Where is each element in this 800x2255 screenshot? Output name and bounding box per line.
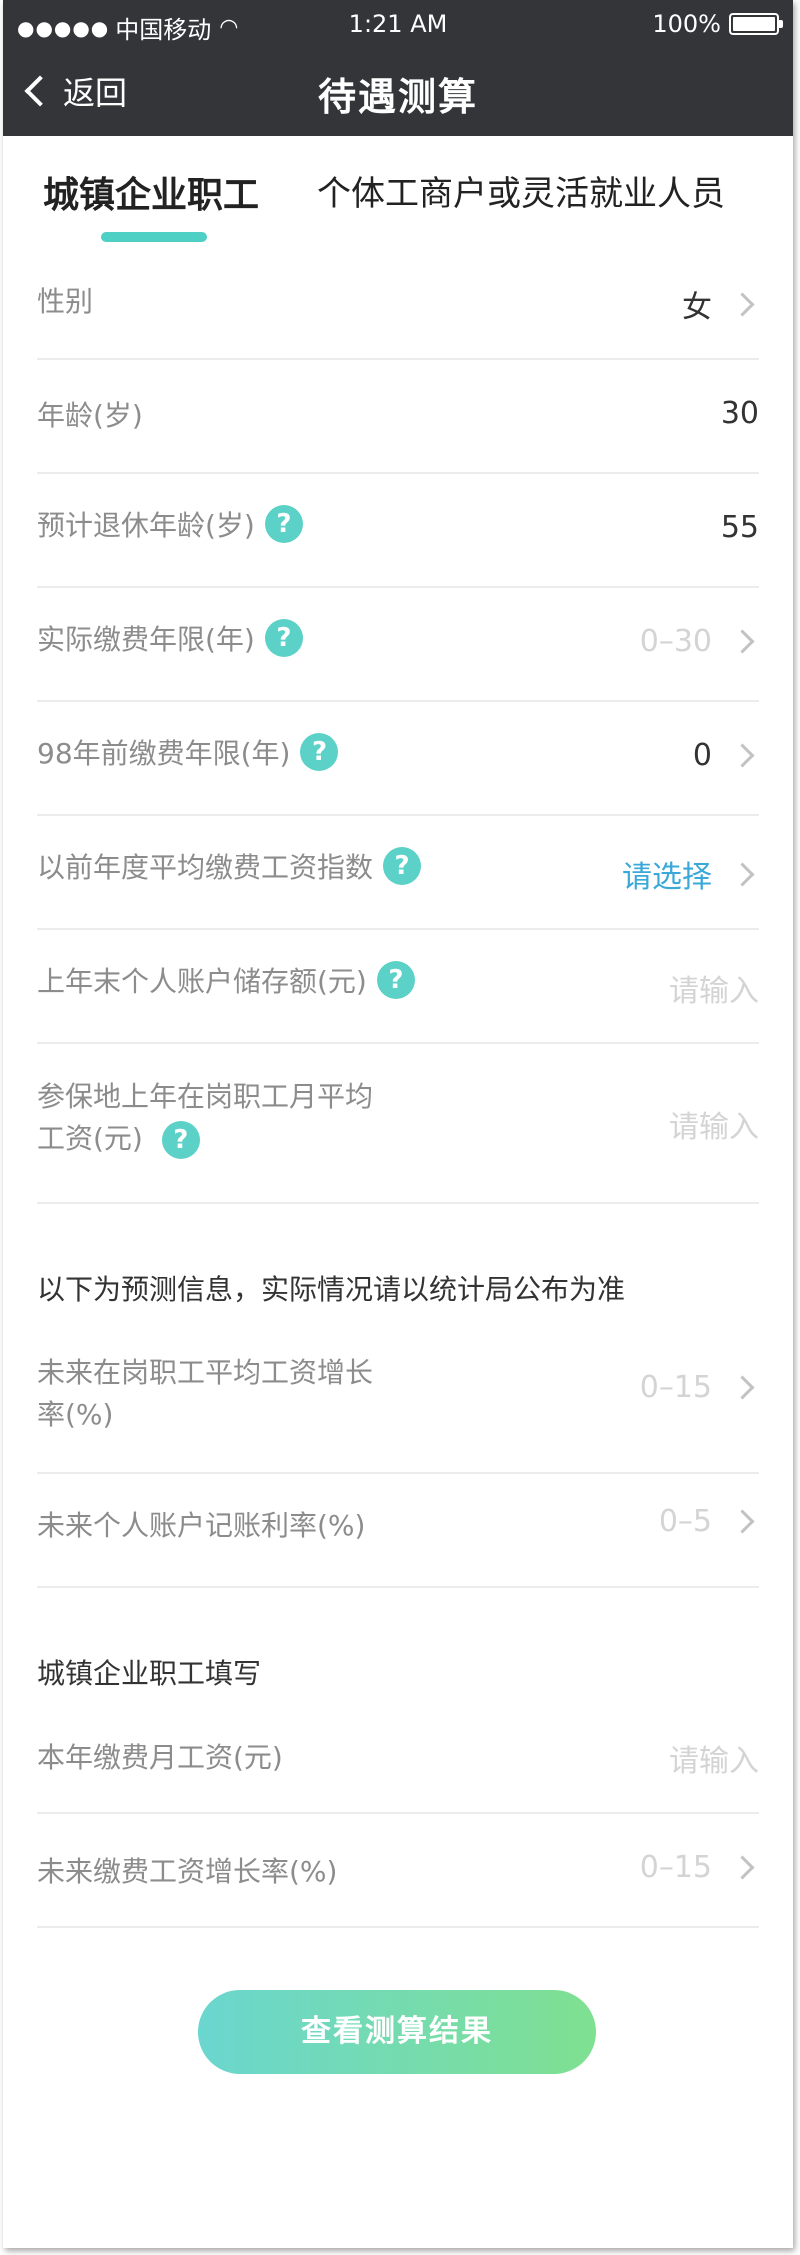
- row-wage-growth[interactable]: 未来在岗职工平均工资增长 率(%) 0–15: [37, 1340, 759, 1474]
- years-before-98-label: 98年前缴费年限(年) ?: [37, 732, 339, 772]
- wage-growth-line1: 未来在岗职工平均工资增长: [37, 1356, 374, 1389]
- age-value: 30: [721, 396, 759, 431]
- row-age[interactable]: 年龄(岁) 30: [37, 360, 759, 474]
- help-icon[interactable]: ?: [264, 619, 303, 657]
- row-retire-age[interactable]: 预计退休年龄(岁) ? 55: [37, 474, 759, 588]
- row-gender[interactable]: 性别 女: [37, 246, 759, 360]
- battery-percent: 100%: [652, 10, 721, 38]
- years-paid-placeholder: 0–30: [639, 624, 712, 659]
- row-account-balance[interactable]: 上年末个人账户储存额(元) ? 请输入: [37, 930, 759, 1044]
- avg-wage-line1: 参保地上年在岗职工月平均: [37, 1080, 374, 1113]
- status-right: 100%: [652, 10, 783, 38]
- wage-index-text: 以前年度平均缴费工资指数: [37, 851, 374, 884]
- help-icon[interactable]: ?: [300, 733, 339, 771]
- active-tab-indicator: [101, 232, 207, 242]
- chevron-right-icon: [730, 1375, 755, 1400]
- wage-growth-value: 0–15: [640, 1370, 759, 1405]
- row-pay-growth[interactable]: 未来缴费工资增长率(%) 0–15: [37, 1814, 759, 1928]
- avg-wage-line2: 工资(元): [37, 1122, 143, 1155]
- account-balance-text: 上年末个人账户储存额(元): [37, 965, 367, 998]
- help-icon[interactable]: ?: [161, 1121, 200, 1159]
- row-interest-rate[interactable]: 未来个人账户记账利率(%) 0–5: [37, 1474, 759, 1588]
- chevron-right-icon: [730, 291, 755, 317]
- wage-growth-placeholder: 0–15: [639, 1370, 712, 1405]
- app-screen: ●●●●● 中国移动 ◠ 1:21 AM 100% 返回 待遇测算 城镇企业职工…: [3, 0, 793, 2248]
- account-balance-value: 请输入: [669, 966, 759, 1010]
- help-icon[interactable]: ?: [383, 847, 422, 885]
- forecast-note: 以下为预测信息，实际情况请以统计局公布为准: [37, 1273, 626, 1306]
- help-icon[interactable]: ?: [376, 961, 415, 999]
- years-paid-value: 0–30: [640, 624, 759, 659]
- avg-wage-line2-wrap: 工资(元) ?: [37, 1118, 373, 1160]
- employee-fill-title: 城镇企业职工填写: [37, 1657, 262, 1690]
- status-bar: ●●●●● 中国移动 ◠ 1:21 AM 100%: [3, 0, 793, 50]
- wage-index-label: 以前年度平均缴费工资指数 ?: [37, 846, 422, 886]
- gender-label: 性别: [37, 285, 94, 318]
- interest-rate-placeholder: 0–5: [658, 1504, 712, 1539]
- monthly-wage-value: 请输入: [669, 1736, 759, 1780]
- row-monthly-wage[interactable]: 本年缴费月工资(元) 请输入: [37, 1700, 759, 1814]
- wage-index-select[interactable]: 请选择: [622, 852, 712, 896]
- wage-growth-line2: 率(%): [37, 1398, 114, 1431]
- calculate-button[interactable]: 查看测算结果: [198, 1990, 596, 2074]
- help-icon[interactable]: ?: [264, 505, 303, 543]
- account-balance-input[interactable]: 请输入: [669, 966, 759, 1010]
- gender-selected: 女: [682, 290, 712, 325]
- avg-wage-value: 请输入: [669, 1102, 759, 1146]
- row-avg-wage[interactable]: 参保地上年在岗职工月平均 工资(元) ? 请输入: [37, 1044, 759, 1204]
- age-label: 年龄(岁): [37, 399, 143, 432]
- retire-age-text: 预计退休年龄(岁): [37, 509, 255, 542]
- avg-wage-input[interactable]: 请输入: [669, 1102, 759, 1146]
- battery-icon: [729, 13, 783, 35]
- years-paid-text: 实际缴费年限(年): [37, 623, 255, 656]
- retire-age-value: 55: [721, 510, 759, 545]
- years-paid-label: 实际缴费年限(年) ?: [37, 618, 303, 658]
- age-input[interactable]: 30: [721, 396, 759, 431]
- pay-growth-value: 0–15: [640, 1850, 759, 1885]
- header: ●●●●● 中国移动 ◠ 1:21 AM 100% 返回 待遇测算: [3, 0, 793, 136]
- nav-bar: 返回 待遇测算: [3, 50, 793, 136]
- chevron-right-icon: [730, 1855, 755, 1880]
- avg-wage-label: 参保地上年在岗职工月平均 工资(元) ?: [37, 1076, 373, 1160]
- monthly-wage-input[interactable]: 请输入: [669, 1736, 759, 1780]
- chevron-right-icon: [730, 629, 755, 654]
- pay-growth-label: 未来缴费工资增长率(%): [37, 1855, 338, 1888]
- page-title: 待遇测算: [317, 75, 478, 119]
- tab-urban-employee[interactable]: 城镇企业职工: [43, 166, 259, 218]
- account-balance-label: 上年末个人账户储存额(元) ?: [37, 960, 415, 1000]
- years-before-98-selected: 0: [692, 738, 712, 773]
- retire-age-label: 预计退休年龄(岁) ?: [37, 504, 303, 544]
- retire-age-input[interactable]: 55: [721, 510, 759, 545]
- row-wage-index[interactable]: 以前年度平均缴费工资指数 ? 请选择: [37, 816, 759, 930]
- chevron-right-icon: [730, 861, 755, 887]
- interest-rate-label: 未来个人账户记账利率(%): [37, 1509, 366, 1542]
- chevron-right-icon: [730, 1509, 755, 1534]
- years-before-98-value: 0: [693, 738, 759, 773]
- chevron-right-icon: [730, 743, 755, 768]
- tab-bar: 城镇企业职工 个体工商户或灵活就业人员: [3, 136, 793, 246]
- gender-value: 女: [682, 282, 759, 326]
- row-years-paid[interactable]: 实际缴费年限(年) ? 0–30: [37, 588, 759, 702]
- pay-growth-placeholder: 0–15: [639, 1850, 712, 1885]
- interest-rate-value: 0–5: [659, 1504, 759, 1539]
- row-years-before-98[interactable]: 98年前缴费年限(年) ? 0: [37, 702, 759, 816]
- tab-self-employed[interactable]: 个体工商户或灵活就业人员: [317, 166, 725, 215]
- years-before-98-text: 98年前缴费年限(年): [37, 737, 291, 770]
- monthly-wage-label: 本年缴费月工资(元): [37, 1741, 283, 1774]
- wage-index-value: 请选择: [622, 852, 759, 896]
- wage-growth-label: 未来在岗职工平均工资增长 率(%): [37, 1352, 373, 1436]
